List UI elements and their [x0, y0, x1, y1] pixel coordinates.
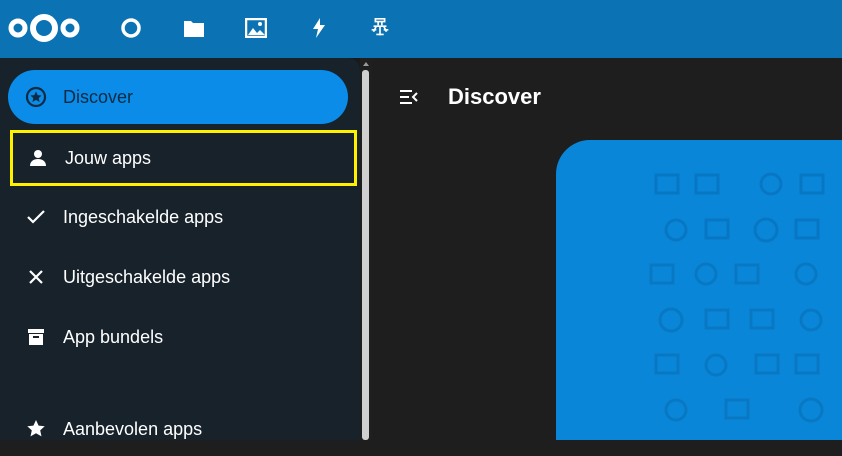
discover-hero-banner	[556, 140, 842, 440]
nav-item-label: App bundels	[63, 326, 164, 347]
navigation-toggle-icon[interactable]	[398, 86, 422, 110]
nav-item-label: Discover	[63, 86, 134, 107]
photos-icon[interactable]	[244, 16, 268, 40]
star-circle-icon	[25, 86, 47, 108]
star-icon	[25, 418, 47, 440]
sidebar-scrollbar[interactable]	[360, 58, 372, 440]
nav-item-label: Jouw apps	[65, 147, 152, 168]
nav-item-label: Ingeschakelde apps	[63, 206, 224, 227]
close-icon	[25, 266, 47, 288]
navigation-list: Discover Jouw apps Ingeschakelde apps Ui…	[0, 58, 360, 440]
dashboard-icon[interactable]	[119, 16, 143, 40]
page-title: Discover	[448, 84, 541, 109]
nav-item-discover[interactable]: Discover	[8, 70, 348, 124]
nav-item-featured-apps[interactable]: Aanbevolen apps	[8, 402, 348, 456]
scrollbar-thumb[interactable]	[362, 70, 369, 440]
activity-icon[interactable]	[307, 16, 331, 40]
nextcloud-logo-icon[interactable]	[6, 12, 82, 44]
files-icon[interactable]	[182, 16, 206, 40]
user-icon	[27, 147, 49, 169]
hero-icon-pattern	[649, 172, 825, 423]
nav-item-label: Aanbevolen apps	[63, 418, 203, 439]
app-content: Discover	[372, 58, 842, 440]
nav-item-label: Uitgeschakelde apps	[63, 266, 231, 287]
nav-item-app-bundles[interactable]: App bundels	[8, 310, 348, 364]
apps-icon[interactable]	[368, 16, 392, 40]
top-bar	[0, 0, 842, 58]
nav-item-disabled-apps[interactable]: Uitgeschakelde apps	[8, 250, 348, 304]
archive-icon	[25, 326, 47, 348]
scroll-up-arrow-icon[interactable]	[363, 62, 369, 66]
check-icon	[25, 206, 47, 228]
nav-item-your-apps[interactable]: Jouw apps	[10, 130, 357, 186]
nav-item-enabled-apps[interactable]: Ingeschakelde apps	[8, 190, 348, 244]
app-navigation: Discover Jouw apps Ingeschakelde apps Ui…	[0, 58, 372, 440]
